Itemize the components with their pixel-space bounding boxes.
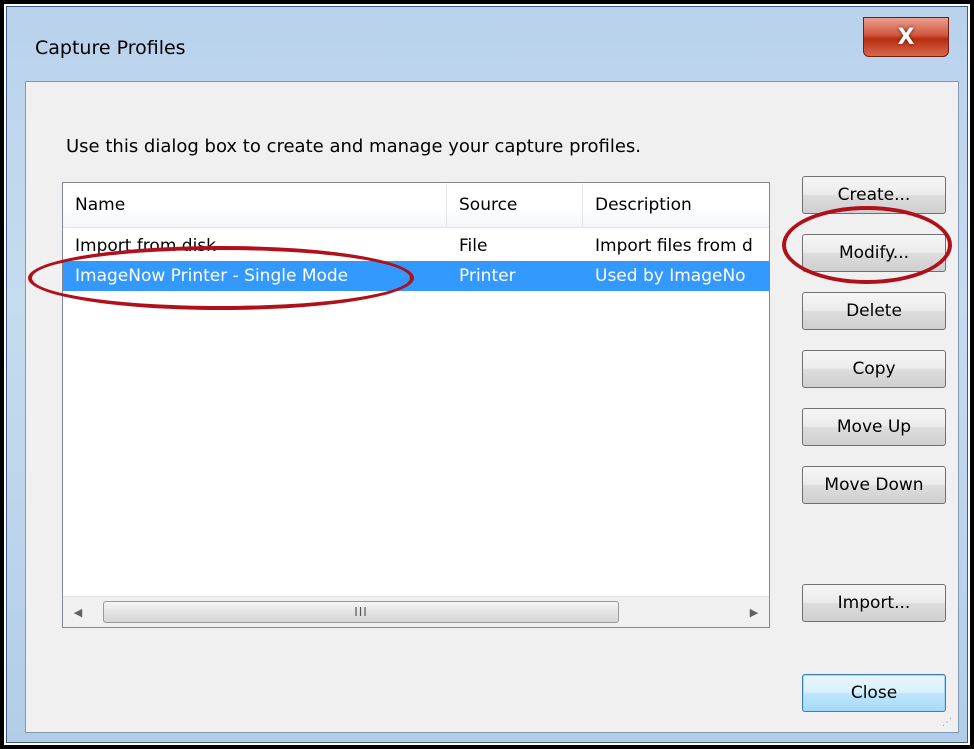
row-source-cell: File [459, 236, 488, 256]
scrollbar-grip: III [354, 605, 368, 619]
row-description-cell: Used by ImageNo [595, 266, 746, 286]
row-description-cell: Import files from d [595, 236, 753, 256]
import-button[interactable]: Import... [802, 584, 946, 622]
row-name-cell: ImageNow Printer - Single Mode [75, 266, 349, 286]
move-down-button[interactable]: Move Down [802, 466, 946, 504]
table-row[interactable]: Import from disk File Import files from … [63, 231, 769, 261]
profiles-list[interactable]: Name Source Description Import from disk… [62, 182, 770, 628]
close-button[interactable]: Close [802, 674, 946, 712]
row-source-cell: Printer [459, 266, 516, 286]
close-icon: X [897, 24, 915, 50]
horizontal-scrollbar[interactable]: ◀ III ▶ [63, 596, 769, 627]
move-up-button[interactable]: Move Up [802, 408, 946, 446]
scroll-left-arrow-icon[interactable]: ◀ [63, 597, 93, 627]
dialog-client-area: Use this dialog box to create and manage… [25, 81, 959, 733]
dialog-title: Capture Profiles [35, 37, 186, 59]
list-header: Name Source Description [63, 183, 769, 228]
instruction-text: Use this dialog box to create and manage… [66, 136, 642, 157]
column-header-name[interactable]: Name [63, 183, 447, 227]
copy-button[interactable]: Copy [802, 350, 946, 388]
row-name-cell: Import from disk [75, 236, 217, 256]
scroll-right-arrow-icon[interactable]: ▶ [739, 597, 769, 627]
capture-profiles-dialog: Capture Profiles X Use this dialog box t… [6, 6, 968, 743]
column-header-description[interactable]: Description [583, 183, 769, 227]
column-header-source[interactable]: Source [447, 183, 583, 227]
close-window-button[interactable]: X [863, 17, 949, 57]
table-row-selected[interactable]: ImageNow Printer - Single Mode Printer U… [63, 261, 769, 291]
delete-button[interactable]: Delete [802, 292, 946, 330]
modify-button[interactable]: Modify... [802, 234, 946, 272]
create-button[interactable]: Create... [802, 176, 946, 214]
scrollbar-thumb[interactable]: III [103, 601, 619, 623]
resize-grip-icon[interactable]: ⋰ [942, 717, 952, 728]
